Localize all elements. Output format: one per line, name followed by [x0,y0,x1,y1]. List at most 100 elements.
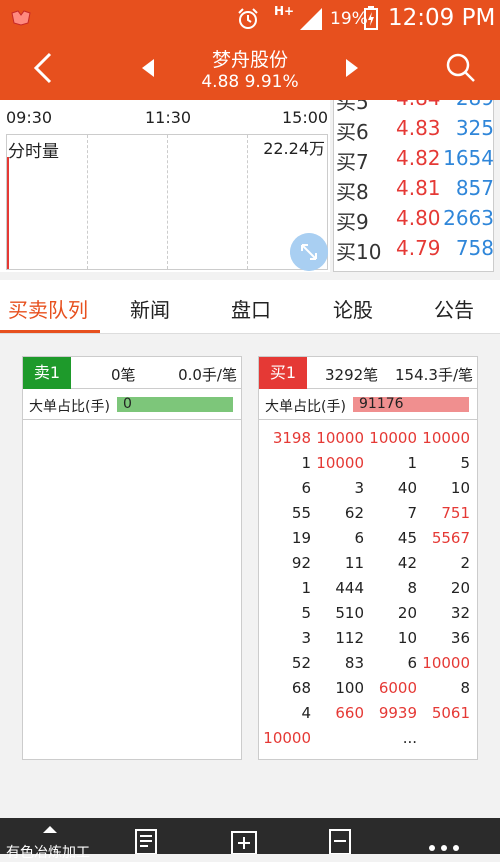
queue-cell: 444 [335,579,364,597]
buy-queue-panel: 买1 3292笔 154.3手/笔 大单占比(手) 91176 3198 1000… [258,356,478,760]
add-icon[interactable] [230,828,258,854]
ratio-bar: 91176 [353,396,469,412]
order-volume: 857 [455,176,494,200]
queue-cell: 510 [335,604,364,622]
queue-cell: 1 [407,454,417,472]
order-level: 买9 [336,210,369,234]
buy-level-badge: 买1 [259,357,307,389]
ratio-label: 大单占比(手) [29,399,110,415]
sell-avg-size: 0.0手/笔 [178,366,237,384]
ratio-value: 91176 [359,396,404,412]
queue-cell: 5 [460,454,470,472]
queue-cell: 52 [291,654,311,672]
order-volume: 758 [455,236,494,260]
alarm-icon [238,8,258,29]
queue-cell: 6000 [378,679,417,697]
volume-bar [7,157,9,269]
buy-large-order-ratio: 大单占比(手) 91176 [259,390,477,420]
time-mid: 11:30 [145,108,192,127]
queue-cell: 100 [335,679,364,697]
queue-cell: 92 [291,554,311,572]
queue-cell: 8 [460,679,470,697]
buy-order-count: 3292笔 [325,366,379,384]
queue-cell: 9939 [378,704,417,722]
sell-queue-panel: 卖1 0笔 0.0手/笔 大单占比(手) 0 [22,356,242,760]
buy-order-row: 买7 4.82 1654 [334,146,494,176]
chevron-up-icon[interactable] [42,824,58,834]
order-price: 4.83 [396,116,441,140]
tab-order-queue[interactable]: 买卖队列 [8,294,88,323]
queue-cell: 36 [450,629,470,647]
order-volume: 1654 [443,146,494,170]
queue-cell: 10000 [316,429,364,447]
tab-news[interactable]: 新闻 [130,294,170,323]
order-level: 买8 [336,180,369,204]
sell-level-badge: 卖1 [23,357,71,389]
queue-cell: 45 [397,529,417,547]
queue-cell: 6 [354,529,364,547]
more-icon[interactable] [428,844,460,852]
queue-cell: 3198 [272,429,311,447]
status-bar: H+ 19% 12:09 PM [0,0,500,36]
stock-price-change: 4.88 9.91% [201,72,299,92]
queue-cell: 20 [397,604,417,622]
volume-chart[interactable]: 09:30 11:30 15:00 分时量 22.24万 [0,100,330,272]
document-icon[interactable] [134,828,158,854]
buy-order-row: 买5 4.84 289 [334,100,493,116]
network-type: H+ [274,4,295,18]
order-price: 4.80 [396,206,441,230]
sell-large-order-ratio: 大单占比(手) 0 [23,390,241,420]
queue-cell: 20 [450,579,470,597]
queue-cell: 1 [301,579,311,597]
queue-cell: 40 [397,479,417,497]
order-volume: 325 [455,116,494,140]
minus-icon[interactable] [328,828,352,854]
queue-cell: 83 [344,654,364,672]
next-stock-icon[interactable] [344,58,360,78]
tab-discussion[interactable]: 论股 [333,294,373,323]
time-start: 09:30 [6,108,53,127]
sell-order-count: 0笔 [111,366,136,384]
tab-announcements[interactable]: 公告 [434,294,474,323]
bottom-toolbar: 有色冶炼加工 [0,818,500,861]
back-icon[interactable] [30,50,56,86]
queue-cell: 68 [291,679,311,697]
order-volume: 2663 [443,206,494,230]
buy-order-row: 买8 4.81 857 [334,176,494,206]
active-tab-indicator [0,330,100,333]
queue-cell: 10000 [422,654,470,672]
tab-order-book[interactable]: 盘口 [231,294,271,323]
ratio-value: 0 [123,396,132,412]
order-price: 4.84 [396,100,441,110]
queue-cell: 4 [301,704,311,722]
expand-icon[interactable] [290,233,328,271]
queue-cell: 8 [407,579,417,597]
buy-order-row: 买9 4.80 2663 [334,206,494,236]
buy-panel-header: 买1 3292笔 154.3手/笔 [259,357,477,389]
queue-cell: 55 [291,504,311,522]
queue-cell: 19 [291,529,311,547]
status-time: 12:09 PM [388,5,496,31]
queue-cell: 62 [344,504,364,522]
queue-cell: 10000 [369,429,417,447]
stock-name: 梦舟股份 [211,49,288,71]
queue-cell: 32 [450,604,470,622]
queue-cell: 10 [450,479,470,497]
queue-cell: 5061 [431,704,470,722]
buy-order-row: 买10 4.79 758 [334,236,494,266]
queue-cell: 10000 [422,429,470,447]
queue-cell: 751 [441,504,470,522]
queue-cell: 11 [344,554,364,572]
queue-cell: 10000 [316,454,364,472]
stock-header: 梦舟股份 4.88 9.91% [0,36,500,100]
order-price: 4.79 [396,236,441,260]
time-end: 15:00 [282,108,329,127]
search-icon[interactable] [446,53,476,83]
order-price: 4.81 [396,176,441,200]
chart-label: 分时量 [8,142,59,162]
queue-cell: 5567 [431,529,470,547]
signal-icon [300,8,322,30]
buy-orders-book: 买5 4.84 289 买6 4.83 325 买7 4.821654 买8 4.81 857 买9 4… [333,100,494,272]
industry-label[interactable]: 有色冶炼加工 [6,842,90,862]
queue-cell: 112 [335,629,364,647]
